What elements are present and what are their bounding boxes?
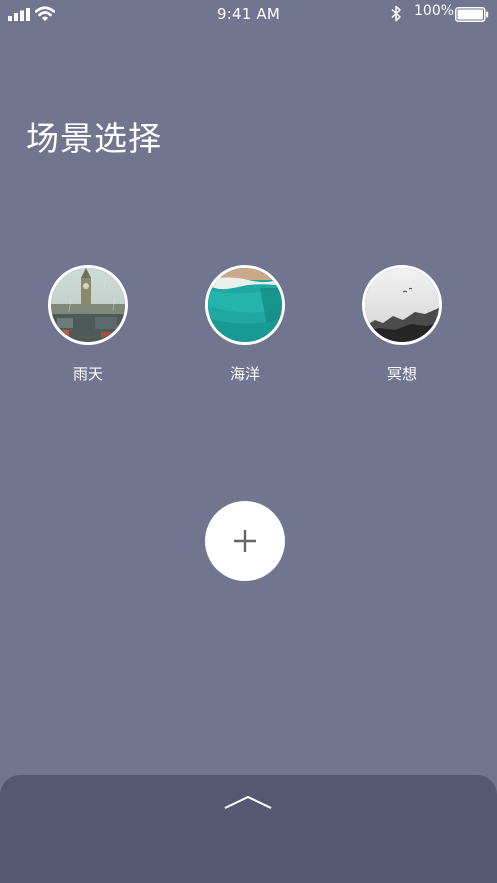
add-scene-button[interactable] <box>205 501 285 581</box>
battery-percent: 100% <box>414 3 455 19</box>
scene-label-rainy: 雨天 <box>72 365 103 383</box>
chevron-up-icon[interactable] <box>224 794 272 810</box>
status-bar: 9:41 AM 100% <box>0 0 497 28</box>
scene-item-ocean[interactable]: 海洋 <box>205 265 285 384</box>
scene-item-meditation[interactable]: 冥想 <box>362 265 442 384</box>
page-title: 场景选择 <box>26 119 162 158</box>
misty-forest-image <box>365 268 439 342</box>
bottom-sheet[interactable] <box>0 775 497 883</box>
rainy-london-image <box>51 268 125 342</box>
scene-label-ocean: 海洋 <box>229 365 260 383</box>
scene-label-meditation: 冥想 <box>386 365 417 383</box>
battery-icon <box>455 7 489 22</box>
plus-icon <box>234 530 256 552</box>
scene-thumbnail-ocean[interactable] <box>205 265 285 345</box>
scene-thumbnail-meditation[interactable] <box>362 265 442 345</box>
bluetooth-icon <box>391 5 401 22</box>
scene-item-rainy[interactable]: 雨天 <box>48 265 128 384</box>
ocean-aerial-image <box>208 268 282 342</box>
scene-thumbnail-rainy[interactable] <box>48 265 128 345</box>
